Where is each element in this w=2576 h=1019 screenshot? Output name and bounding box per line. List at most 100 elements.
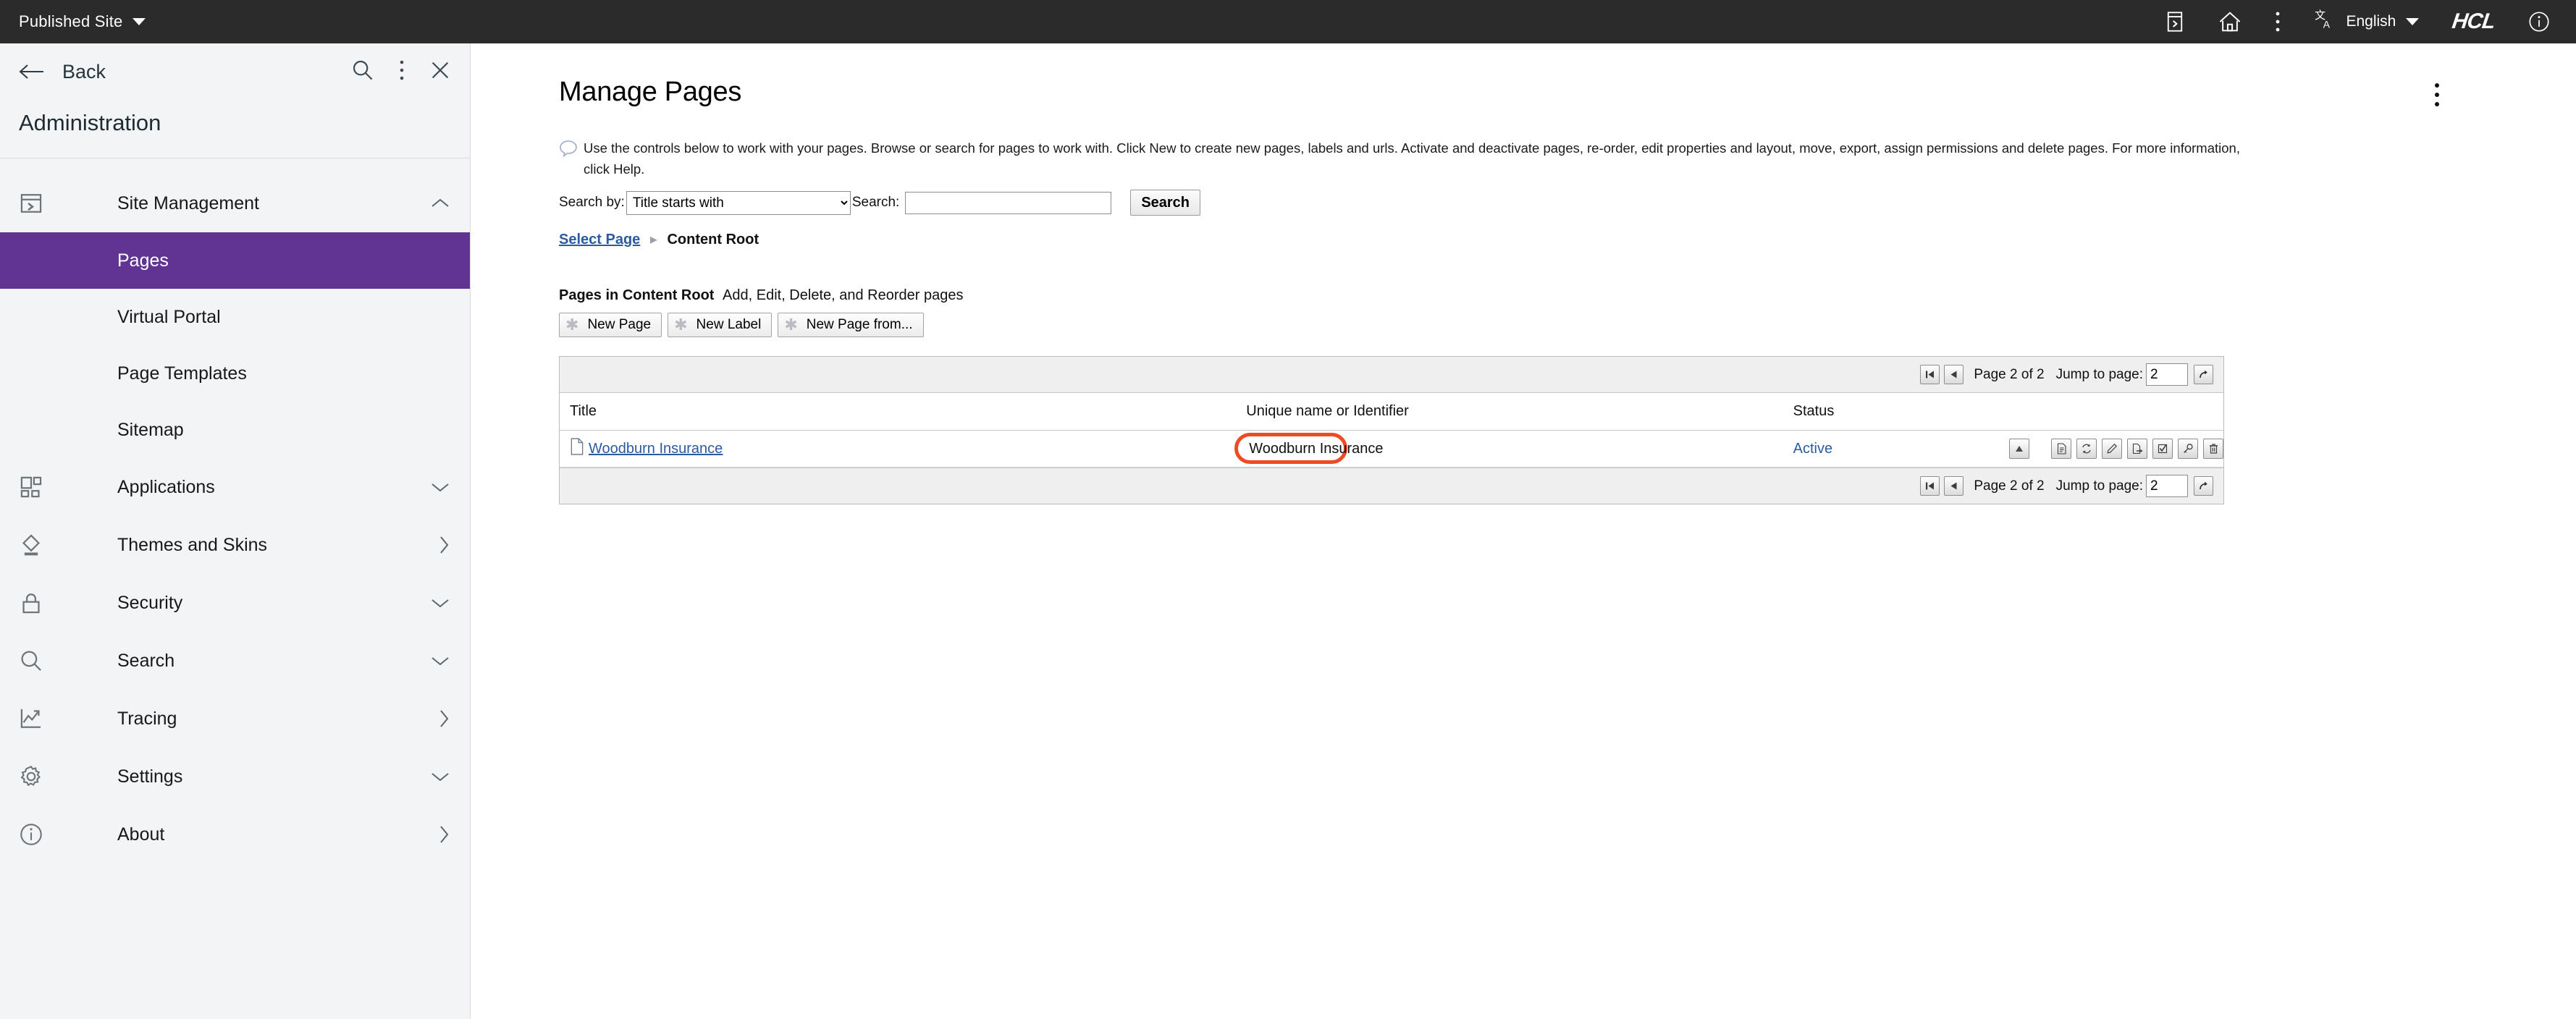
sidebar-item-pages[interactable]: Pages xyxy=(0,232,470,289)
cell-actions xyxy=(1999,431,2223,468)
column-header-status: Status xyxy=(1783,393,1999,431)
chevron-down-icon[interactable] xyxy=(429,654,451,668)
sidebar-item-label: Page Templates xyxy=(117,363,247,384)
jump-to-page-input[interactable] xyxy=(2146,363,2188,386)
chevron-down-icon[interactable] xyxy=(429,596,451,610)
go-arrow-icon[interactable] xyxy=(2194,476,2213,496)
kebab-menu-icon[interactable] xyxy=(399,59,405,85)
pagination-bottom: Page 2 of 2 Jump to page: xyxy=(560,468,2223,504)
new-label-button[interactable]: ✱ New Label xyxy=(668,313,772,337)
properties-icon[interactable] xyxy=(2051,439,2071,459)
sidebar-item-search[interactable]: Search xyxy=(0,632,470,690)
info-icon[interactable] xyxy=(2528,11,2550,33)
section-context: Content Root xyxy=(623,287,715,303)
help-bubble-icon[interactable] xyxy=(559,140,581,161)
applications-icon xyxy=(19,475,59,499)
top-bar-actions: 文 A English HCL xyxy=(2165,9,2576,35)
column-header-unique-name: Unique name or Identifier xyxy=(1236,393,1782,431)
page-title: Manage Pages xyxy=(559,77,741,108)
table-row[interactable]: Woodburn Insurance Woodburn Insurance Ac… xyxy=(560,431,2223,468)
sidebar-item-site-management[interactable]: Site Management xyxy=(0,174,470,232)
edit-icon[interactable] xyxy=(2102,439,2122,459)
chevron-right-icon[interactable] xyxy=(437,708,451,730)
page-document-icon xyxy=(570,438,584,460)
themes-icon xyxy=(19,533,59,557)
search-by-select[interactable]: Title starts with xyxy=(626,191,851,215)
new-star-icon: ✱ xyxy=(565,317,578,333)
lock-icon xyxy=(19,591,59,615)
translate-icon: 文 A xyxy=(2314,9,2336,35)
sidebar-item-label: About xyxy=(59,824,437,845)
sidebar-item-label: Search xyxy=(59,651,429,672)
back-arrow-icon[interactable] xyxy=(19,62,46,81)
activate-icon[interactable] xyxy=(2076,439,2097,459)
search-icon xyxy=(19,648,59,673)
breadcrumb-select-page-link[interactable]: Select Page xyxy=(559,232,640,248)
back-button-label[interactable]: Back xyxy=(62,61,106,83)
new-label-button-label: New Label xyxy=(696,317,762,333)
sidebar-item-settings[interactable]: Settings xyxy=(0,748,470,806)
move-up-icon[interactable] xyxy=(2009,439,2029,459)
page-title-link[interactable]: Woodburn Insurance xyxy=(589,441,723,457)
description-block: Use the controls below to work with your… xyxy=(559,138,2533,179)
jump-to-page-input[interactable] xyxy=(2146,475,2188,497)
search-icon[interactable] xyxy=(351,59,374,85)
language-label: English xyxy=(2346,13,2396,30)
cell-title: Woodburn Insurance xyxy=(560,431,1236,468)
permissions-icon[interactable] xyxy=(2178,439,2198,459)
sidebar-item-label: Pages xyxy=(117,250,169,271)
page-indicator: Page 2 of 2 xyxy=(1974,367,2044,383)
kebab-menu-icon[interactable] xyxy=(2434,83,2440,111)
first-page-icon[interactable] xyxy=(1920,476,1940,496)
new-page-from-button-label: New Page from... xyxy=(807,317,913,333)
delete-icon[interactable] xyxy=(2203,439,2223,459)
panel-icon[interactable] xyxy=(2165,11,2185,33)
sidebar-item-label: Security xyxy=(59,593,429,614)
new-page-from-button[interactable]: ✱ New Page from... xyxy=(778,313,923,337)
pagination-top: Page 2 of 2 Jump to page: xyxy=(560,357,2223,393)
sidebar-item-sitemap[interactable]: Sitemap xyxy=(0,402,470,458)
chevron-up-icon[interactable] xyxy=(429,196,451,211)
status-badge[interactable]: Active xyxy=(1793,441,1832,457)
search-button[interactable]: Search xyxy=(1130,190,1200,216)
sidebar-header: Back xyxy=(0,43,470,158)
chevron-right-icon[interactable] xyxy=(437,534,451,556)
sidebar-item-virtual-portal[interactable]: Virtual Portal xyxy=(0,289,470,345)
sidebar-item-tracing[interactable]: Tracing xyxy=(0,690,470,748)
go-arrow-icon[interactable] xyxy=(2194,365,2213,384)
move-page-icon[interactable] xyxy=(2127,439,2147,459)
jump-to-page-label: Jump to page: xyxy=(2056,367,2143,383)
search-label: Search: xyxy=(852,195,899,211)
select-icon[interactable] xyxy=(2152,439,2173,459)
kebab-menu-icon[interactable] xyxy=(2275,11,2281,33)
page-indicator: Page 2 of 2 xyxy=(1974,478,2044,494)
home-icon[interactable] xyxy=(2218,11,2242,33)
gear-icon xyxy=(19,764,59,789)
new-buttons-row: ✱ New Page ✱ New Label ✱ New Page from..… xyxy=(559,313,2533,337)
sidebar-item-applications[interactable]: Applications xyxy=(0,458,470,516)
description-text: Use the controls below to work with your… xyxy=(584,138,2242,179)
sidebar-item-page-templates[interactable]: Page Templates xyxy=(0,345,470,402)
page-title: Administration xyxy=(19,100,451,158)
first-page-icon[interactable] xyxy=(1920,365,1940,384)
breadcrumb: Select Page ▸ Content Root xyxy=(559,230,2533,248)
close-icon[interactable] xyxy=(429,59,451,85)
language-selector[interactable]: 文 A English xyxy=(2314,9,2419,35)
previous-page-icon[interactable] xyxy=(1944,476,1963,496)
sidebar-item-label: Settings xyxy=(59,766,429,787)
site-selector[interactable]: Published Site xyxy=(0,12,146,31)
top-bar: Published Site 文 A xyxy=(0,0,2576,43)
sidebar-item-themes-and-skins[interactable]: Themes and Skins xyxy=(0,516,470,574)
sidebar-item-security[interactable]: Security xyxy=(0,574,470,632)
chevron-down-icon[interactable] xyxy=(429,769,451,784)
search-by-label: Search by: xyxy=(559,195,625,211)
search-input[interactable] xyxy=(905,192,1111,214)
chevron-right-icon[interactable] xyxy=(437,824,451,845)
sidebar-item-label: Tracing xyxy=(59,709,437,730)
chevron-down-icon[interactable] xyxy=(429,480,451,494)
new-page-button[interactable]: ✱ New Page xyxy=(559,313,662,337)
cell-status: Active xyxy=(1783,431,1999,468)
pages-table-container: Page 2 of 2 Jump to page: Title Unique n… xyxy=(559,356,2224,504)
previous-page-icon[interactable] xyxy=(1944,365,1963,384)
sidebar-item-about[interactable]: About xyxy=(0,806,470,863)
